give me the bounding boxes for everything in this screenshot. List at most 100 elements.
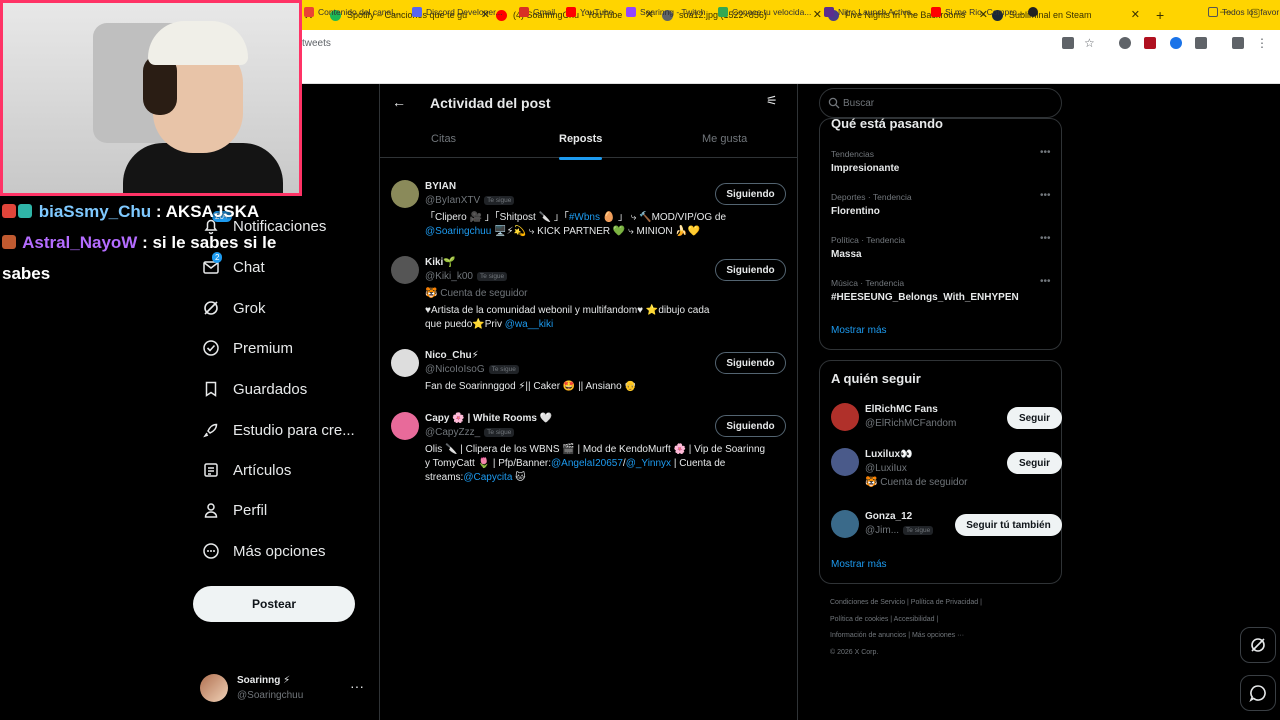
post-button[interactable]: Postear [193, 586, 355, 622]
trend-item[interactable]: Música · Tendencia #HEESEUNG_Belongs_With… [831, 276, 1051, 303]
avatar[interactable] [391, 180, 419, 208]
nav-item-premium[interactable]: Premium [202, 336, 293, 360]
trend-item[interactable]: Política · Tendencia Massa ••• [831, 233, 1051, 260]
trends-title: Qué está pasando [831, 116, 943, 131]
nav-item-perfil[interactable]: Perfil [202, 498, 267, 522]
nav-item-m-s-opciones[interactable]: Más opciones [202, 539, 326, 563]
bio-line: streams:@Capycita 🐱 [425, 471, 788, 485]
new-tab-button[interactable]: + [1156, 4, 1164, 26]
bio-link[interactable]: #Wbns [569, 212, 600, 223]
bookmark-item[interactable]: Nitro Launch Activa... [824, 7, 918, 17]
globe-icon [1028, 7, 1038, 17]
bookmark-item[interactable]: Gmail [519, 7, 555, 17]
avatar[interactable] [831, 510, 859, 538]
install-icon[interactable] [1062, 37, 1074, 49]
nav-item-guardados[interactable]: Guardados [202, 377, 307, 401]
menu-icon[interactable]: ⋮ [1256, 37, 1268, 49]
suggestion-item[interactable]: Luxilux👀 @LuxiIux 🐯 Cuenta de seguidor Segu… [831, 448, 1062, 488]
tab-citas[interactable]: Citas [431, 133, 456, 145]
more-icon[interactable]: ••• [1040, 276, 1051, 287]
avatar[interactable] [831, 403, 859, 431]
avatar[interactable] [391, 412, 419, 440]
tab-me-gusta[interactable]: Me gusta [702, 133, 747, 145]
follow-button[interactable]: Seguir tú también [955, 514, 1062, 536]
following-button[interactable]: Siguiendo [715, 183, 786, 205]
trend-name[interactable]: Impresionante [831, 163, 899, 174]
close-icon[interactable]: ✕ [1131, 8, 1140, 21]
bookmark-label: Discord Developer... [426, 7, 503, 17]
bio-link[interactable]: @Capycita [463, 472, 512, 483]
messages-fab[interactable] [1240, 675, 1276, 711]
bookmark-item[interactable]: Soarinng - Twitch [626, 7, 706, 17]
avatar[interactable] [831, 448, 859, 476]
all-bookmarks[interactable]: Todos los favor [1208, 7, 1279, 17]
bio-link[interactable]: @_Yinnyx [626, 458, 671, 469]
following-button[interactable]: Siguiendo [715, 352, 786, 374]
bookmark-item[interactable]: Discord Developer... [412, 7, 503, 17]
tab-reposts[interactable]: Reposts [559, 133, 603, 160]
account-switcher[interactable]: Soarinng ⚡ @Soaringchuu ··· [200, 672, 370, 706]
more-icon[interactable]: ••• [1040, 190, 1051, 201]
trend-item[interactable]: Tendencias Impresionante ••• [831, 147, 1051, 174]
premium-icon [203, 340, 219, 356]
trend-name[interactable]: Florentino [831, 206, 912, 217]
extension-icon[interactable] [1144, 37, 1156, 49]
suggestion-item[interactable]: Gonza_12 @Jim... Te sigue Seguir tú también [831, 510, 1062, 544]
bio-text: 「Clipero 🎥 」「Shitpost 🔪 」「 [425, 212, 569, 223]
suggestion-name[interactable]: Gonza_12 [865, 511, 912, 522]
show-more-link[interactable]: Mostrar más [831, 325, 887, 336]
search-input[interactable]: Buscar [843, 98, 874, 109]
star-icon[interactable]: ☆ [1084, 37, 1096, 49]
avatar[interactable] [391, 256, 419, 284]
bookmark-item[interactable]: Si me Rio, Compro... [931, 7, 1024, 17]
search-box[interactable]: Buscar [819, 88, 1062, 118]
more-icon[interactable]: ••• [1040, 233, 1051, 244]
media-icon[interactable] [1232, 37, 1244, 49]
close-icon[interactable]: ✕ [813, 8, 822, 21]
footer-links[interactable]: Información de anuncios | Más opciones ·… [830, 632, 964, 639]
extension-icon[interactable] [1119, 37, 1131, 49]
bookmark-globe[interactable] [1028, 7, 1042, 17]
who-to-follow-panel: A quién seguir ElRichMC Fans @ElRichMCFan… [819, 360, 1062, 584]
suggestion-name[interactable]: ElRichMC Fans [865, 404, 938, 415]
nav-item-estudio-para-cre[interactable]: Estudio para cre... [202, 418, 355, 442]
following-button[interactable]: Siguiendo [715, 415, 786, 437]
bio-link[interactable]: @wa__kiki [505, 319, 554, 330]
user-name[interactable]: BYIAN [425, 181, 456, 192]
trend-item[interactable]: Deportes · Tendencia Florentino ••• [831, 190, 1051, 217]
user-name[interactable]: Nico_Chu⚡ [425, 350, 479, 361]
follow-button[interactable]: Seguir [1007, 452, 1062, 474]
user-name[interactable]: Capy 🌸 | White Rooms 🤍 [425, 413, 552, 424]
activity-tabs: Citas Reposts Me gusta [380, 122, 798, 160]
bio-link[interactable]: @AngelaI20657 [551, 458, 623, 469]
filter-icon[interactable]: ⚟ [766, 93, 778, 109]
suggestion-item[interactable]: ElRichMC Fans @ElRichMCFandom Seguir [831, 403, 1062, 437]
footer-links[interactable]: Política de cookies | Accesibilidad | [830, 616, 938, 623]
grok-fab[interactable] [1240, 627, 1276, 663]
trend-name[interactable]: Massa [831, 249, 905, 260]
footer-links[interactable]: Condiciones de Servicio | Política de Pr… [830, 599, 982, 606]
footer-links[interactable]: © 2026 X Corp. [830, 649, 878, 656]
bookmark-item[interactable]: Conoce tu velocida... [718, 7, 811, 17]
nav-item-grok[interactable]: Grok [202, 296, 266, 320]
bio-link[interactable]: @Soaringchuu [425, 226, 491, 237]
chat-username: biaSsmy_Chu [38, 202, 152, 221]
bio-text: Fan de Soarinnggod ⚡|| Caker 🤩 || Ansian… [425, 381, 637, 392]
more-icon[interactable]: ··· [350, 678, 364, 694]
puzzle-icon[interactable] [1195, 37, 1207, 49]
user-name[interactable]: Kiki🌱 [425, 257, 456, 268]
tab-label: Me gusta [702, 133, 748, 145]
avatar[interactable] [391, 349, 419, 377]
follow-button[interactable]: Seguir [1007, 407, 1062, 429]
user-bio: 「Clipero 🎥 」「Shitpost 🔪 」「#Wbns 🥚 」 ⤷ 🔨M… [425, 211, 788, 239]
show-more-link[interactable]: Mostrar más [831, 559, 887, 570]
more-icon[interactable]: ••• [1040, 147, 1051, 158]
back-arrow-icon[interactable]: ← [392, 94, 406, 110]
bookmark-item[interactable]: YouTube [566, 7, 613, 17]
suggestion-name[interactable]: Luxilux👀 [865, 449, 912, 460]
extension-icon[interactable] [1170, 37, 1182, 49]
nav-item-art-culos[interactable]: Artículos [202, 458, 291, 482]
trend-name[interactable]: #HEESEUNG_Belongs_With_ENHYPEN [831, 292, 1019, 303]
following-button[interactable]: Siguiendo [715, 259, 786, 281]
chat-message: Astral_NayoW : si le sabes si le sabes [2, 227, 300, 289]
